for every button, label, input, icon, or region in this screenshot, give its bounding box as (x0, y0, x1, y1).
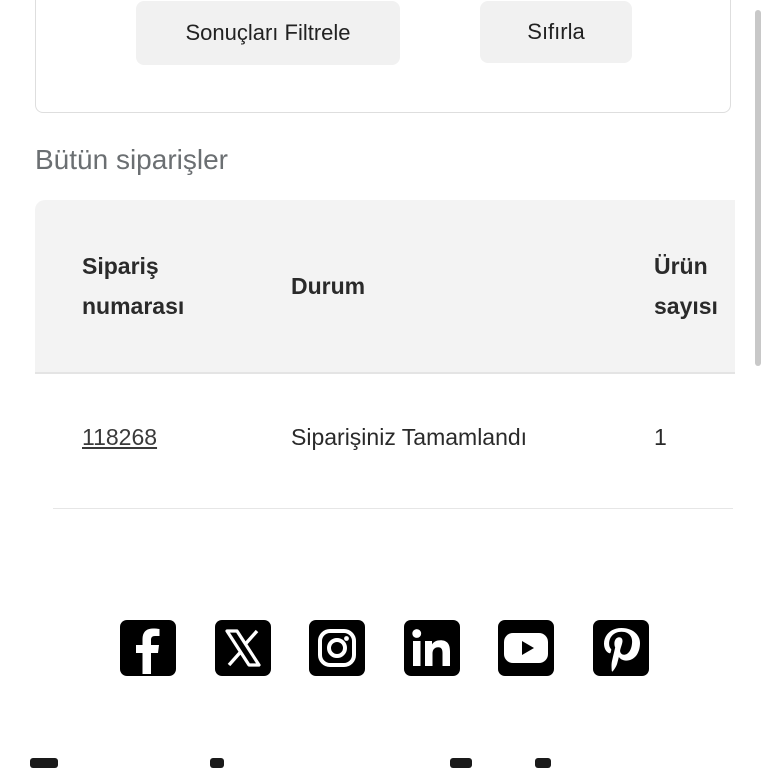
pinterest-icon[interactable] (592, 620, 649, 676)
facebook-icon[interactable] (120, 620, 176, 676)
filter-results-button[interactable]: Sonuçları Filtrele (136, 1, 400, 65)
order-number-link[interactable]: 118268 (82, 424, 157, 451)
order-status: Siparişiniz Tamamlandı (291, 424, 528, 450)
social-links (120, 620, 649, 676)
orders-page: Sonuçları Filtrele Sıfırla Bütün sipariş… (0, 0, 768, 768)
filter-panel: Sonuçları Filtrele Sıfırla (35, 0, 731, 113)
column-header-item-count: Ürün sayısı (654, 253, 718, 319)
page-scrollbar[interactable] (755, 10, 761, 366)
order-item-count: 1 (654, 424, 667, 450)
orders-section-title: Bütün siparişler (35, 144, 228, 175)
x-twitter-icon[interactable] (214, 620, 271, 676)
column-header-status: Durum (291, 273, 366, 299)
row-divider (53, 508, 733, 509)
linkedin-icon[interactable] (403, 620, 460, 676)
footer-text-cutoff (30, 758, 551, 768)
youtube-icon[interactable] (498, 620, 555, 676)
reset-button[interactable]: Sıfırla (480, 1, 632, 63)
orders-table: Sipariş numarası Durum Ürün sayısı 11826… (35, 200, 735, 510)
table-row: 118268 Siparişiniz Tamamlandı 1 (35, 374, 735, 508)
instagram-icon[interactable] (309, 620, 366, 676)
table-header: Sipariş numarası Durum Ürün sayısı (35, 200, 735, 374)
column-header-order-number: Sipariş numarası (82, 253, 185, 319)
